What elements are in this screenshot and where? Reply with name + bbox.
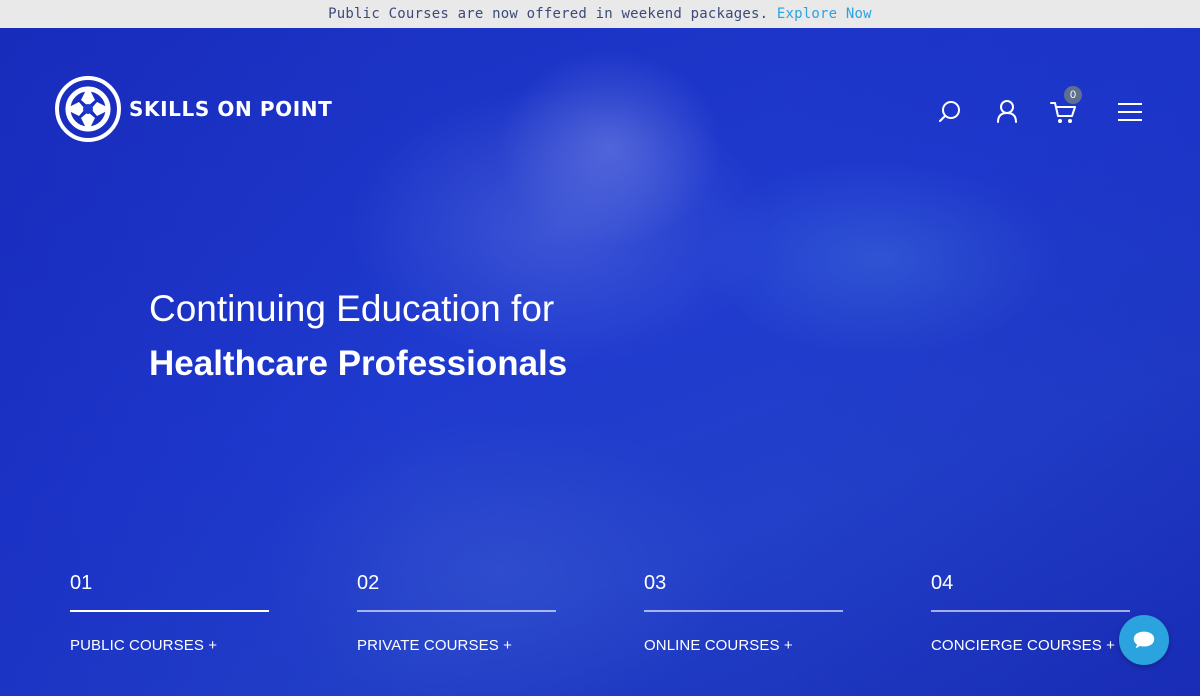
course-tab-concierge[interactable]: 04 CONCIERGE COURSES +	[931, 572, 1130, 654]
course-number: 03	[644, 572, 667, 594]
course-number: 02	[357, 572, 380, 594]
course-underline	[70, 610, 269, 612]
menu-button[interactable]	[1112, 94, 1148, 130]
course-label: PUBLIC COURSES +	[70, 637, 218, 654]
course-label: ONLINE COURSES +	[644, 637, 793, 654]
hero-headline: Continuing Education for Healthcare Prof…	[149, 286, 567, 396]
search-button[interactable]	[932, 94, 968, 130]
course-underline	[644, 610, 843, 612]
course-number: 04	[931, 572, 954, 594]
course-tab-private[interactable]: 02 PRIVATE COURSES +	[357, 572, 556, 654]
hero-section: SKILLS ON POINT 0 Continuing Education f…	[0, 28, 1200, 696]
chat-bubble-icon	[1133, 631, 1155, 649]
course-label: PRIVATE COURSES +	[357, 637, 512, 654]
announcement-bar: Public Courses are now offered in weeken…	[0, 0, 1200, 28]
cart-button[interactable]: 0	[1046, 86, 1082, 130]
course-tab-online[interactable]: 03 ONLINE COURSES +	[644, 572, 843, 654]
search-icon	[939, 101, 960, 122]
course-tab-public[interactable]: 01 PUBLIC COURSES +	[70, 572, 269, 654]
user-icon	[997, 100, 1017, 123]
course-underline	[931, 610, 1130, 612]
announcement-text: Public Courses are now offered in weeken…	[328, 6, 769, 22]
explore-now-link[interactable]: Explore Now	[777, 6, 872, 22]
course-label: CONCIERGE COURSES +	[931, 637, 1116, 654]
chat-button[interactable]	[1119, 615, 1169, 665]
logo-emblem-icon	[55, 76, 121, 142]
account-button[interactable]	[989, 94, 1025, 130]
course-underline	[357, 610, 556, 612]
menu-icon	[1118, 103, 1142, 121]
hero-line-2: Healthcare Professionals	[149, 344, 568, 383]
cart-count-badge: 0	[1064, 86, 1082, 104]
header-actions: 0	[930, 86, 1150, 130]
course-number: 01	[70, 572, 93, 594]
brand-name: SKILLS ON POINT	[129, 97, 333, 121]
site-logo[interactable]: SKILLS ON POINT	[55, 76, 332, 142]
hero-line-1: Continuing Education for	[149, 288, 555, 329]
